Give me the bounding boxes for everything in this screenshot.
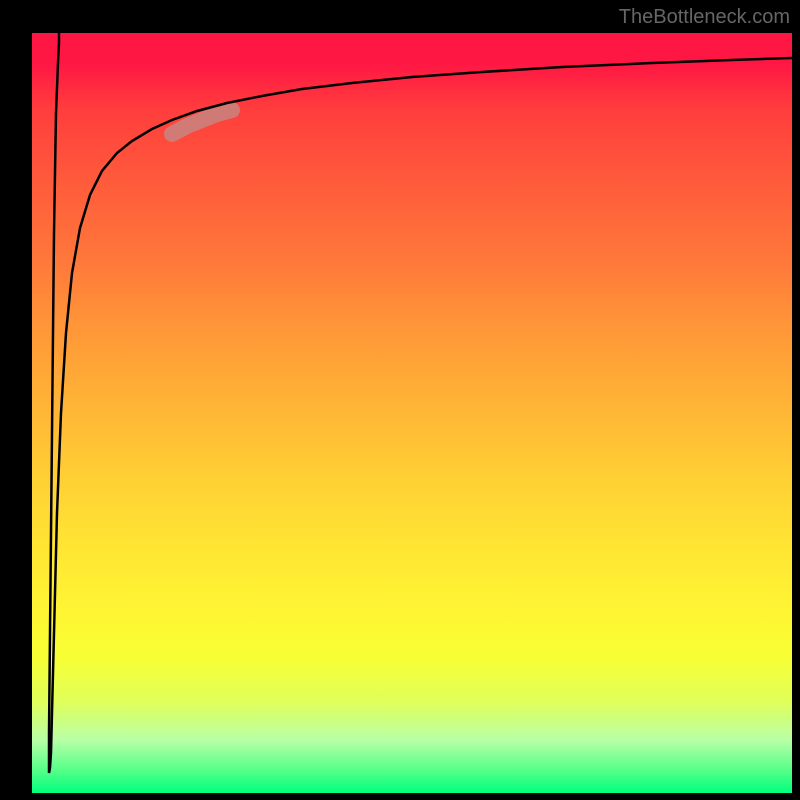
highlight-segment	[172, 110, 232, 134]
bottleneck-curve-line	[49, 33, 792, 773]
chart-plot-area	[32, 33, 792, 793]
watermark-text: TheBottleneck.com	[619, 6, 790, 29]
chart-svg	[32, 33, 792, 793]
